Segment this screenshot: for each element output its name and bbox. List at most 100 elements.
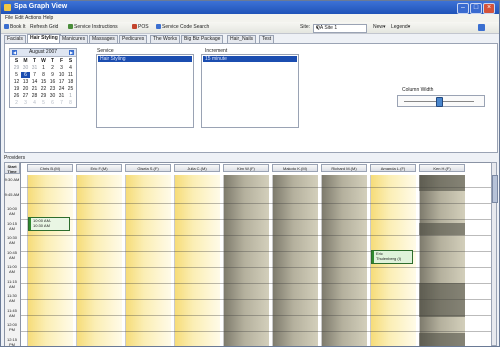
calendar-day[interactable]: 11	[66, 72, 75, 78]
tab-facials[interactable]: Facials	[4, 35, 26, 43]
menu-edit[interactable]: Edit	[15, 15, 24, 21]
calendar-day[interactable]: 29	[12, 65, 21, 71]
calendar-day[interactable]: 3	[21, 100, 30, 106]
tab-hair-nails[interactable]: Hair_Nails	[227, 35, 257, 43]
calendar-day[interactable]: 19	[12, 86, 21, 92]
pos-button[interactable]: POS	[132, 24, 149, 31]
tab-massages[interactable]: Massages	[89, 35, 118, 43]
tab-the-works[interactable]: The Works	[150, 35, 181, 43]
appointment-block[interactable]: Eric Thulenberg (I)	[371, 250, 413, 264]
tab-big-biz-package[interactable]: Big Biz Package	[181, 35, 224, 43]
help-icon[interactable]	[478, 24, 485, 31]
provider-column[interactable]	[76, 175, 122, 346]
calendar-day[interactable]: 4	[30, 100, 39, 106]
site-select[interactable]: QA Site 1 ▾	[313, 24, 367, 33]
calendar-day[interactable]: 17	[57, 79, 66, 85]
calendar-day[interactable]: 28	[30, 93, 39, 99]
maximize-button[interactable]: □	[470, 3, 482, 14]
calendar-day[interactable]: 7	[57, 100, 66, 106]
close-button[interactable]: ×	[483, 3, 495, 14]
scrollbar-thumb[interactable]	[492, 175, 498, 203]
tab-pedicures[interactable]: Pedicures	[119, 35, 148, 43]
service-instructions-button[interactable]: Service Instructions	[68, 24, 118, 31]
calendar-day[interactable]: 8	[39, 72, 48, 78]
provider-header[interactable]: Gisela S.(F)	[125, 164, 171, 172]
calendar-day[interactable]: 1	[66, 93, 75, 99]
provider-column[interactable]	[272, 175, 318, 346]
calendar-day[interactable]: 18	[66, 79, 75, 85]
slider-thumb[interactable]	[436, 97, 443, 107]
book-it-button[interactable]: Book It	[4, 24, 26, 31]
calendar-day[interactable]: 22	[39, 86, 48, 92]
provider-column[interactable]	[419, 175, 465, 346]
calendar-day[interactable]: 2	[48, 65, 57, 71]
spa-graph-window: Spa Graph View – □ × File Edit Actions H…	[0, 0, 500, 347]
calendar-day[interactable]: 14	[30, 79, 39, 85]
increment-list[interactable]: 15 minute	[201, 54, 299, 128]
service-code-search-button[interactable]: Service Code Search	[156, 24, 209, 31]
calendar-day[interactable]: 30	[48, 93, 57, 99]
menu-help[interactable]: Help	[43, 15, 53, 21]
calendar-day[interactable]: 1	[39, 65, 48, 71]
calendar-day[interactable]: 31	[57, 93, 66, 99]
increment-selected-item[interactable]: 15 minute	[203, 56, 297, 62]
menu-file[interactable]: File	[5, 15, 13, 21]
menu-actions[interactable]: Actions	[25, 15, 41, 21]
calendar-day[interactable]: 4	[66, 65, 75, 71]
tab-hair-styling[interactable]: Hair Styling	[27, 34, 61, 43]
calendar-day[interactable]: 29	[39, 93, 48, 99]
provider-column[interactable]	[125, 175, 171, 346]
appointment-block[interactable]: 10:00 AM- 10:30 AM	[28, 217, 70, 231]
legend-button[interactable]: Legend▾	[391, 24, 410, 31]
calendar-day[interactable]: 30	[21, 65, 30, 71]
calendar-day[interactable]: 5	[39, 100, 48, 106]
calendar-day[interactable]: 6	[48, 100, 57, 106]
provider-header[interactable]: Eric F.(M)	[76, 164, 122, 172]
calendar-day[interactable]: 6	[21, 72, 30, 78]
provider-header[interactable]: Julia C.(M)	[174, 164, 220, 172]
booked-block	[419, 223, 465, 235]
column-width-slider[interactable]	[397, 95, 485, 107]
provider-header[interactable]: Amanda L.(F)	[370, 164, 416, 172]
provider-column[interactable]	[223, 175, 269, 346]
calendar-day[interactable]: 12	[12, 79, 21, 85]
calendar-day[interactable]: 25	[66, 86, 75, 92]
chevron-right-icon[interactable]: ▶	[69, 50, 74, 55]
calendar-day[interactable]: 20	[21, 86, 30, 92]
vertical-scrollbar[interactable]	[491, 162, 498, 346]
minimize-button[interactable]: –	[457, 3, 469, 14]
service-selected-item[interactable]: Hair Styling	[98, 56, 192, 62]
calendar-day[interactable]: 7	[30, 72, 39, 78]
calendar-day[interactable]: 5	[12, 72, 21, 78]
date-picker-calendar[interactable]: ◀ August 2007 ▶ S M T W T F S 29 30 31 1 2 3 4 5 6 7 8 9 10…	[9, 48, 77, 108]
refresh-grid-button[interactable]: Refresh Grid	[30, 24, 58, 31]
calendar-day[interactable]: 24	[57, 86, 66, 92]
tab-test[interactable]: Test	[259, 35, 275, 43]
calendar-day[interactable]: 9	[48, 72, 57, 78]
calendar-day[interactable]: 16	[48, 79, 57, 85]
provider-header[interactable]: Chris B.(M)	[27, 164, 73, 172]
new-button[interactable]: New▾	[373, 24, 386, 31]
calendar-day[interactable]: 26	[12, 93, 21, 99]
service-list[interactable]: Hair Styling	[96, 54, 194, 128]
chevron-left-icon[interactable]: ◀	[12, 50, 17, 55]
provider-header[interactable]: Ken H.(F)	[419, 164, 465, 172]
calendar-day[interactable]: 23	[48, 86, 57, 92]
provider-header[interactable]: Makoto K.(M)	[272, 164, 318, 172]
calendar-day[interactable]: 15	[39, 79, 48, 85]
provider-header[interactable]: Kim W.(F)	[223, 164, 269, 172]
calendar-day[interactable]: 27	[21, 93, 30, 99]
calendar-day[interactable]: 8	[66, 100, 75, 106]
provider-column[interactable]	[321, 175, 367, 346]
calendar-day[interactable]: 21	[30, 86, 39, 92]
provider-header[interactable]: Richard M.(M)	[321, 164, 367, 172]
provider-column[interactable]	[27, 175, 73, 346]
calendar-day[interactable]: 31	[30, 65, 39, 71]
calendar-day[interactable]: 13	[21, 79, 30, 85]
provider-schedule-grid[interactable]: Chris B.(M) Eric F.(M) Gisela S.(F) Julia C…	[20, 162, 493, 346]
calendar-day[interactable]: 10	[57, 72, 66, 78]
tab-manicures[interactable]: Manicures	[59, 35, 89, 43]
calendar-day[interactable]: 2	[12, 100, 21, 106]
calendar-day[interactable]: 3	[57, 65, 66, 71]
provider-column[interactable]	[174, 175, 220, 346]
